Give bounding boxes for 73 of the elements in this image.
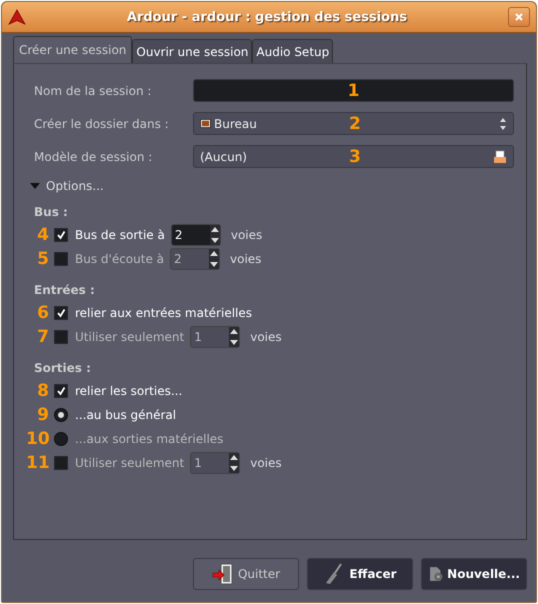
- annotation-number: 9: [36, 405, 50, 425]
- option-label: relier aux entrées matérielles: [75, 306, 252, 320]
- tab[interactable]: Créer une session: [13, 36, 132, 63]
- unit-label: voies: [250, 456, 282, 470]
- file-chooser[interactable]: (Aucun) 3: [193, 145, 514, 168]
- triangle-down-icon: [30, 181, 40, 191]
- window-title: Ardour - ardour : gestion des sessions: [126, 10, 408, 24]
- section-heading: Bus :: [33, 205, 69, 219]
- up-down-arrows-icon: [499, 116, 507, 130]
- up-arrow-icon: [210, 225, 220, 235]
- close-button[interactable]: [508, 7, 530, 27]
- option-label: Bus de sortie à: [75, 228, 165, 242]
- field-label: Créer le dossier dans :: [33, 116, 170, 130]
- annotation-number: 2: [349, 114, 361, 134]
- down-arrow-icon: [229, 337, 240, 347]
- down-arrow-icon: [229, 463, 240, 473]
- field-value: (Aucun): [200, 150, 247, 164]
- close-icon: [514, 12, 524, 22]
- desktop-icon: [200, 119, 211, 128]
- annotation-number: 11: [26, 453, 51, 473]
- radio-button[interactable]: [54, 432, 68, 446]
- field-label: Modèle de session :: [33, 150, 154, 164]
- spin-field[interactable]: 1: [190, 452, 240, 474]
- unit-label: voies: [230, 252, 262, 266]
- up-arrow-icon: [229, 327, 240, 337]
- option-label: ...au bus général: [75, 408, 176, 422]
- triangle-logo-icon: [8, 9, 26, 25]
- option-label: ...aux sorties matérielles: [75, 432, 224, 446]
- checkbox[interactable]: [54, 456, 68, 470]
- radio-button[interactable]: [54, 408, 68, 422]
- checkbox[interactable]: [54, 252, 68, 266]
- option-label: Bus d'écoute à: [75, 252, 164, 266]
- section-heading: Sorties :: [33, 361, 92, 375]
- down-arrow-icon: [209, 259, 220, 269]
- check-icon: [56, 386, 66, 396]
- input-field[interactable]: 1: [193, 79, 514, 102]
- tab[interactable]: Ouvrir une session: [132, 39, 252, 63]
- annotation-number: 7: [36, 327, 50, 347]
- option-label: relier les sorties...: [75, 384, 182, 398]
- options-expander[interactable]: Options...: [30, 179, 104, 193]
- annotation-number: 5: [36, 249, 50, 269]
- folder-dropdown[interactable]: Bureau 2: [193, 112, 514, 135]
- unit-label: voies: [230, 228, 262, 242]
- tab[interactable]: Audio Setup: [252, 39, 334, 63]
- check-icon: [56, 308, 66, 318]
- annotation-number: 1: [348, 80, 360, 100]
- check-icon: [56, 230, 66, 240]
- down-arrow-icon: [210, 235, 220, 245]
- checkbox[interactable]: [54, 306, 68, 320]
- action-button[interactable]: Effacer: [307, 558, 413, 590]
- field-value: Bureau: [214, 116, 257, 130]
- annotation-number: 4: [36, 225, 50, 245]
- annotation-number: 8: [36, 381, 50, 401]
- door-exit-icon: [212, 563, 234, 585]
- action-button[interactable]: Nouvelle...: [421, 558, 527, 590]
- section-heading: Entrées :: [33, 283, 96, 297]
- annotation-number: 3: [349, 147, 361, 167]
- spin-field[interactable]: 1: [190, 326, 240, 348]
- action-button[interactable]: Quitter: [193, 558, 299, 590]
- option-label: Utiliser seulement: [75, 456, 184, 470]
- checkbox[interactable]: [54, 330, 68, 344]
- document-folder-icon: [493, 150, 507, 164]
- checkbox[interactable]: [54, 228, 68, 242]
- unit-label: voies: [250, 330, 282, 344]
- annotation-number: 10: [26, 429, 51, 449]
- spin-field[interactable]: 2: [170, 224, 221, 246]
- spin-field[interactable]: 2: [170, 248, 220, 270]
- field-label: Nom de la session :: [33, 84, 152, 98]
- checkbox[interactable]: [54, 384, 68, 398]
- option-label: Utiliser seulement: [75, 330, 184, 344]
- up-arrow-icon: [209, 249, 220, 259]
- up-arrow-icon: [229, 453, 240, 463]
- annotation-number: 6: [36, 303, 50, 323]
